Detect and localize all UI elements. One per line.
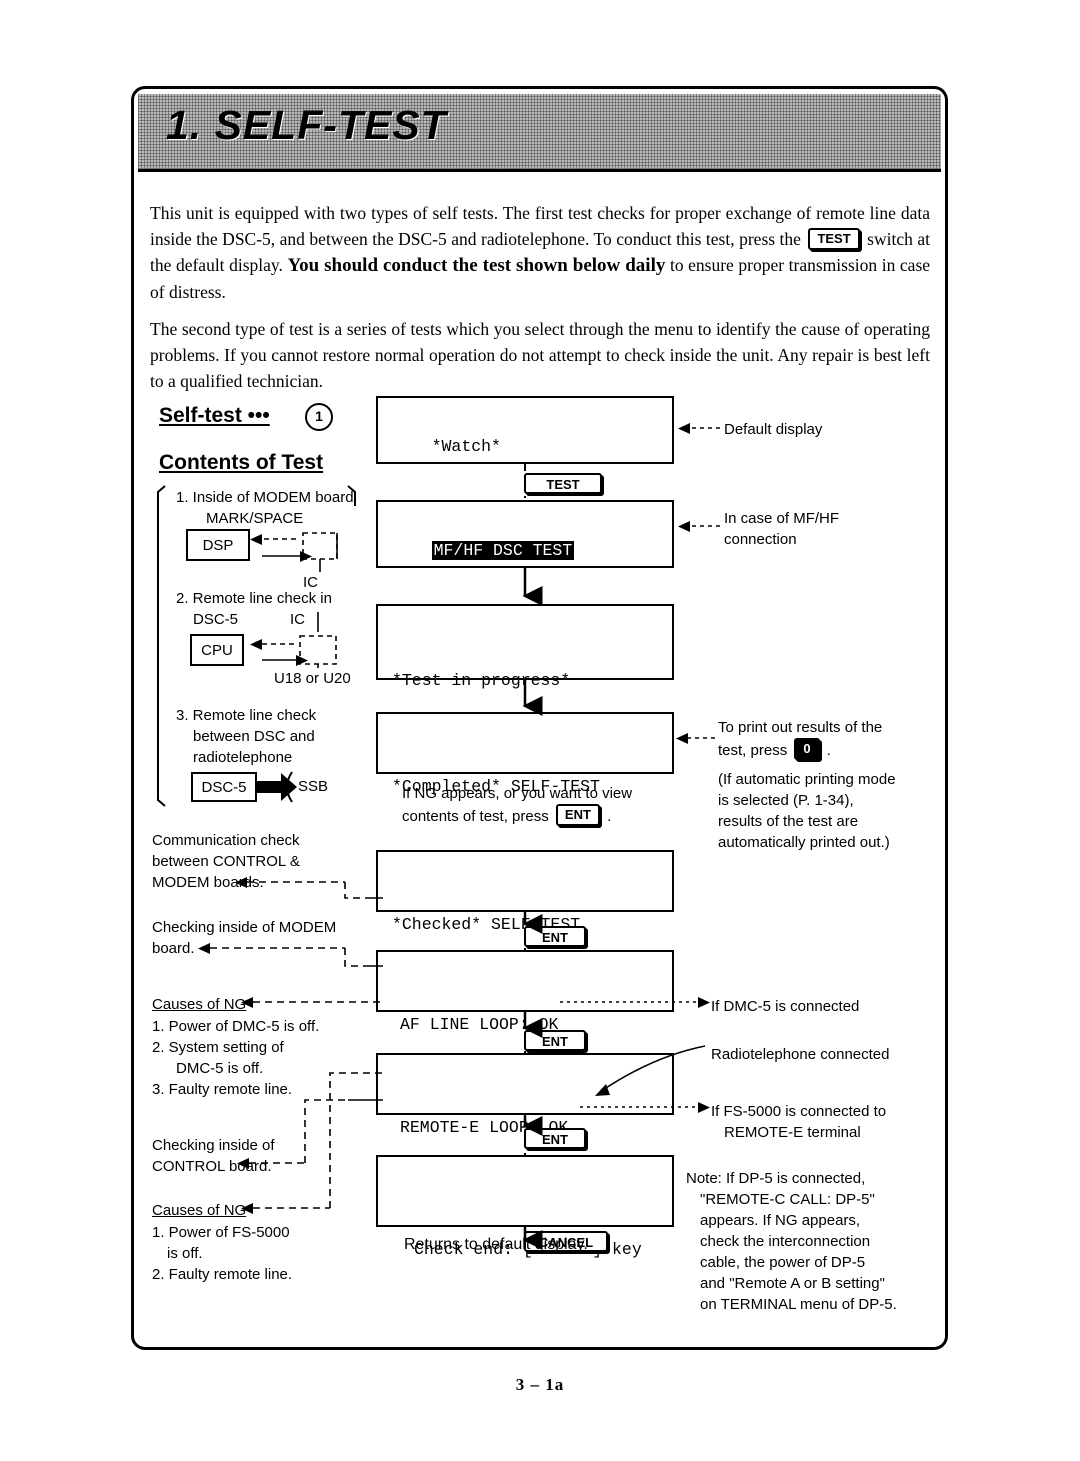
default-display-note: Default display xyxy=(724,421,823,438)
ent-key-inline[interactable]: ENT xyxy=(555,804,600,826)
fs5000-note-line2: REMOTE-E terminal xyxy=(724,1124,861,1141)
mfhf-note-line2: connection xyxy=(724,531,797,548)
causes-of-ng-1-item3: 3. Faulty remote line. xyxy=(152,1081,293,1098)
dp5-note-line4: check the interconnection xyxy=(700,1233,871,1250)
auto-print-note-line4: automatically printed out.) xyxy=(718,834,890,851)
contents-item-3-line1: 3. Remote line check xyxy=(176,707,317,724)
dp5-note-line3: appears. If NG appears, xyxy=(700,1212,861,1229)
comm-check-note-line1: Communication check xyxy=(152,832,300,849)
returns-to-default-note: Returns to default display. xyxy=(404,1236,588,1253)
causes-of-ng-2-item1b: is off. xyxy=(167,1245,203,1262)
check-modem-note-line1: Checking inside of MODEM xyxy=(152,919,337,936)
intro-paragraph-1: This unit is equipped with two types of … xyxy=(150,200,930,305)
section-title-banner: 1. SELF-TEST xyxy=(138,94,941,172)
zero-key-inline[interactable]: 0 xyxy=(794,738,820,760)
para1-bold-phrase: You should conduct the test shown below … xyxy=(287,255,666,276)
causes-of-ng-1-item2b: DMC-5 is off. xyxy=(176,1060,264,1077)
lcd-default-display-text: *Watch* xyxy=(431,437,501,456)
dp5-note-line5: cable, the power of DP-5 xyxy=(700,1254,866,1271)
dmc5-connected-note: If DMC-5 is connected xyxy=(711,998,860,1015)
ent-key-2[interactable]: ENT xyxy=(524,1030,586,1051)
intro-paragraph-2: The second type of test is a series of t… xyxy=(150,319,930,391)
auto-print-note-line3: results of the test are xyxy=(718,813,859,830)
ng-note-line2: contents of test, press ENT . xyxy=(402,804,611,827)
causes-of-ng-2-heading: Causes of NG xyxy=(152,1202,247,1219)
lcd-default-display: *Watch* xyxy=(376,396,674,464)
dp5-note-line7: on TERMINAL menu of DP-5. xyxy=(700,1296,897,1313)
check-control-note-line1: Checking inside of xyxy=(152,1137,275,1154)
ent-key-1[interactable]: ENT xyxy=(524,926,586,947)
comm-check-note-line3: MODEM boards. xyxy=(152,874,264,891)
print-note-line2-text: test, press xyxy=(718,742,788,759)
callout-number-1: 1 xyxy=(305,403,333,431)
print-note-line2: test, press 0 . xyxy=(718,738,831,761)
dp5-note-line2: "REMOTE-C CALL: DP-5" xyxy=(700,1191,875,1208)
causes-of-ng-2-item2: 2. Faulty remote line. xyxy=(152,1266,293,1283)
ic-label-2: IC xyxy=(290,611,305,628)
selftest-heading-text: Self-test ••• xyxy=(159,404,270,427)
contents-item-1-line2: MARK/SPACE xyxy=(206,510,304,527)
causes-of-ng-1-item2: 2. System setting of xyxy=(152,1039,284,1056)
lcd-remote-e: REMOTE-E LOOP: OK REMOTE-E CALL: FS-5000 xyxy=(376,1053,674,1215)
dp5-note-line1: Note: If DP-5 is connected, xyxy=(686,1170,866,1187)
fs5000-note-line1: If FS-5000 is connected to xyxy=(711,1103,887,1120)
auto-print-note-line2: is selected (P. 1-34), xyxy=(718,792,854,809)
ng-note-line1: If NG appears, or you want to view xyxy=(402,785,633,802)
contents-item-3-line3: radiotelephone xyxy=(193,749,293,766)
lcd-test-in-progress-line1: *Test in progress* xyxy=(392,671,571,690)
contents-item-3-line2: between DSC and xyxy=(193,728,315,745)
cpu-box: CPU xyxy=(190,634,244,666)
lcd-checked-selftest: *Checked* SELF-TEST MODEM BOARD: OK xyxy=(376,850,674,1012)
dsc5-box: DSC-5 xyxy=(191,772,257,802)
lcd-check-end: Check end: [CANCEL] key xyxy=(376,1155,674,1259)
radiotelephone-connected-note: Radiotelephone connected xyxy=(711,1046,890,1063)
causes-of-ng-2-item1: 1. Power of FS-5000 xyxy=(152,1224,290,1241)
contents-item-1-line1: 1. Inside of MODEM board xyxy=(176,489,354,506)
print-note-line1: To print out results of the xyxy=(718,719,883,736)
ssb-box-label: SSB xyxy=(298,778,329,795)
check-control-note-line2: CONTROL board. xyxy=(152,1158,272,1175)
mfhf-note-line1: In case of MF/HF xyxy=(724,510,840,527)
selftest-heading: Self-test ••• xyxy=(159,404,270,428)
auto-print-note-line1: (If automatic printing mode xyxy=(718,771,896,788)
ng-note-line2-text: contents of test, press xyxy=(402,808,549,825)
ng-note-line2-period: . xyxy=(607,808,612,825)
manual-page: 1. SELF-TEST This unit is equipped with … xyxy=(0,0,1080,1461)
causes-of-ng-1-item1: 1. Power of DMC-5 is off. xyxy=(152,1018,320,1035)
test-key-inline[interactable]: TEST xyxy=(808,228,860,250)
ent-key-3[interactable]: ENT xyxy=(524,1128,586,1149)
contents-item-2-line2: DSC-5 xyxy=(193,611,239,628)
page-title: 1. SELF-TEST xyxy=(166,102,447,148)
dsp-box: DSP xyxy=(186,529,250,561)
lcd-completed-selftest: *Completed* SELF-TEST MF/HF DSC: CHECK O… xyxy=(376,712,674,874)
print-note-line2-period: . xyxy=(826,742,831,759)
causes-of-ng-1-heading: Causes of NG xyxy=(152,996,247,1013)
lcd-mfhf-dsc-test: MF/HF DSC TEST xyxy=(376,500,674,568)
comm-check-note-line2: between CONTROL & xyxy=(152,853,300,870)
lcd-af-line-loop: AF LINE LOOP: OK REMOTE-A CALL: DMC-5 xyxy=(376,950,674,1112)
page-footer: 3 – 1a xyxy=(515,1375,565,1394)
test-key-flow[interactable]: TEST xyxy=(524,473,602,494)
check-modem-note-line2: board. xyxy=(152,940,195,957)
lcd-test-in-progress: *Test in progress* Please wait xyxy=(376,604,674,768)
lcd-mfhf-dsc-test-text: MF/HF DSC TEST xyxy=(431,541,575,560)
contents-of-test-heading: Contents of Test xyxy=(159,451,324,474)
u18-u20-label: U18 or U20 xyxy=(274,670,351,687)
dp5-note-line6: and "Remote A or B setting" xyxy=(700,1275,885,1292)
contents-item-2-line1: 2. Remote line check in xyxy=(176,590,332,607)
